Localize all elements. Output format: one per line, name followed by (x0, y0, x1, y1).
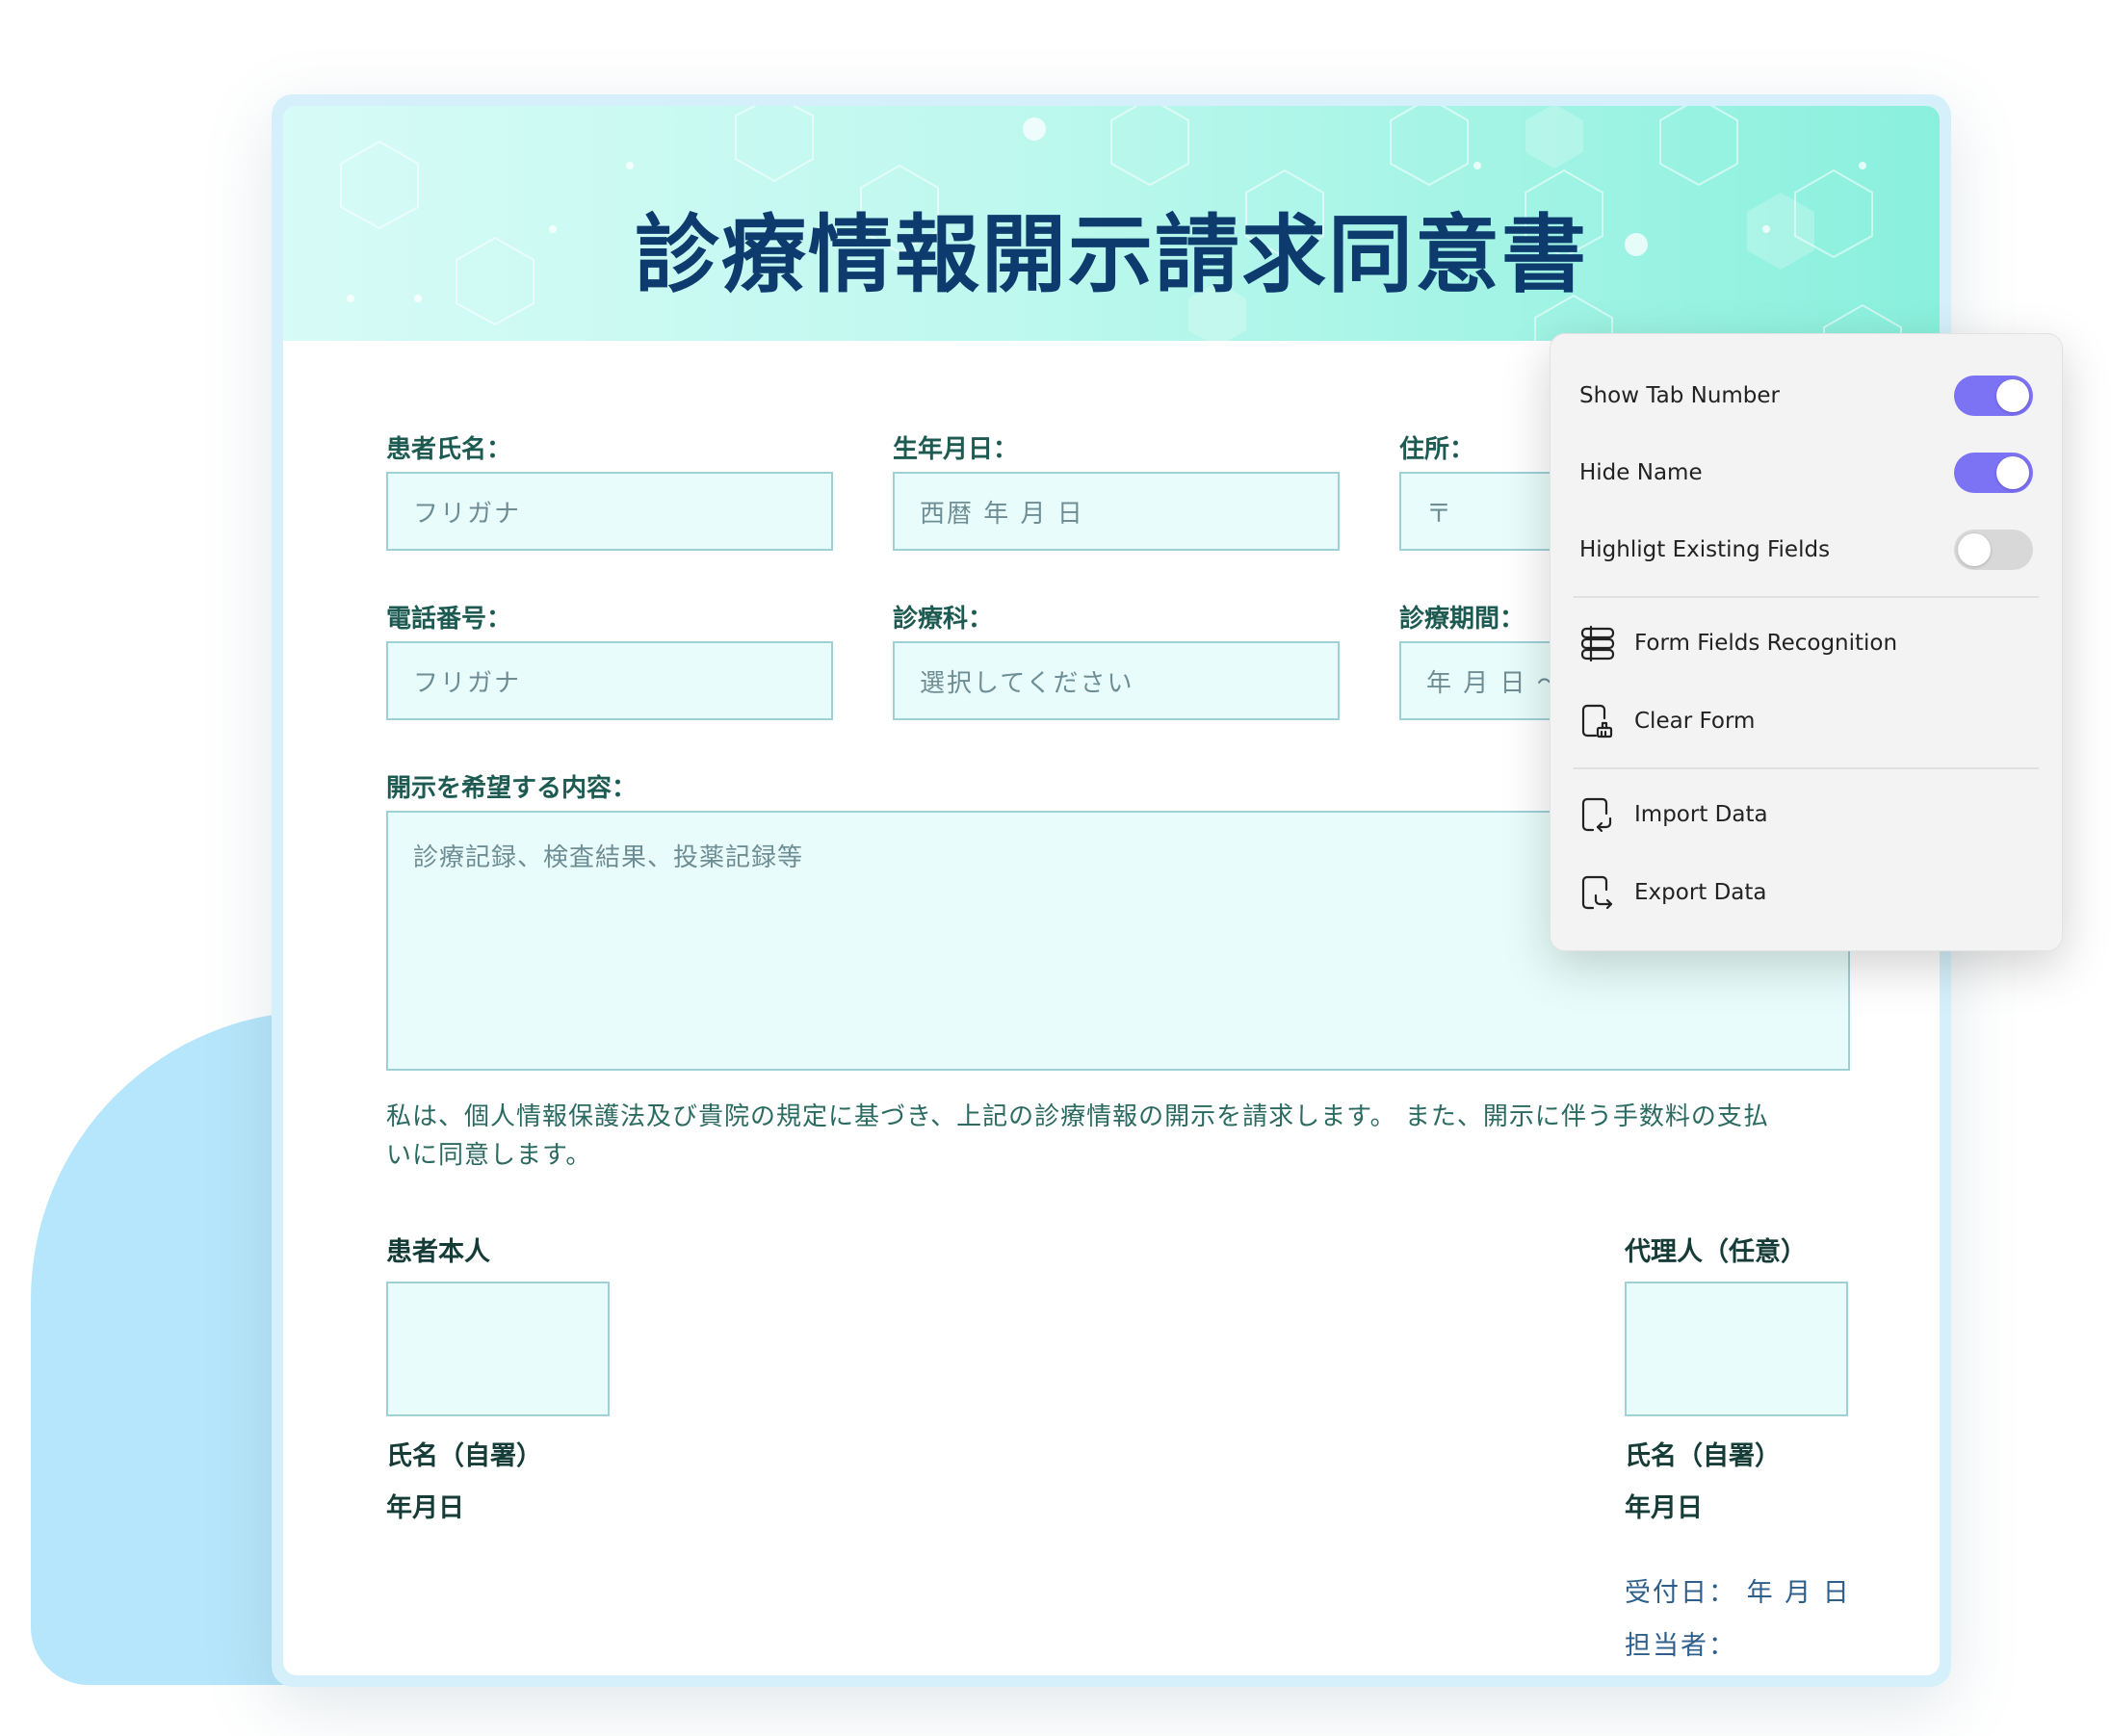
department-label: 診療科： (893, 605, 994, 634)
agent-name-signature-label: 氏名（自署） (1625, 1441, 1781, 1471)
toggle-knob (1996, 379, 2029, 412)
agent-signature-heading: 代理人（任意） (1625, 1237, 1807, 1267)
patient-name-label: 患者氏名： (386, 435, 512, 464)
phone-label: 電話番号： (386, 605, 512, 634)
address-label: 住所： (1399, 435, 1475, 464)
form-options-popup: Show Tab Number Hide Name Highligt Exist… (1550, 333, 2063, 951)
menu-item-label: Clear Form (1634, 709, 1756, 734)
consent-line-1: 私は、個人情報保護法及び貴院の規定に基づき、上記の診療情報の開示を請求します。 … (386, 1102, 1769, 1131)
menu-item-clear-form[interactable]: Clear Form (1551, 692, 2062, 750)
toggle-row-hide-name[interactable]: Hide Name (1551, 444, 2062, 502)
toggle-label: Hide Name (1579, 460, 1703, 485)
toggle-knob (1996, 456, 2029, 489)
treatment-period-label: 診療期間： (1399, 605, 1525, 634)
menu-divider (1574, 767, 2039, 769)
disclosure-content-label: 開示を希望する内容： (386, 774, 638, 803)
received-date-text: 受付日： 年 月 日 (1625, 1578, 1851, 1608)
patient-name-signature-label: 氏名（自署） (386, 1441, 542, 1471)
consent-line-2: いに同意します。 (386, 1141, 592, 1170)
phone-field[interactable]: フリガナ (386, 641, 833, 720)
patient-date-label: 年月日 (386, 1493, 464, 1523)
toggle-knob (1958, 533, 1991, 566)
clear-form-icon (1581, 704, 1613, 738)
department-select[interactable]: 選択してください (893, 641, 1340, 720)
agent-date-label: 年月日 (1625, 1493, 1703, 1523)
menu-item-import-data[interactable]: Import Data (1551, 786, 2062, 843)
show-tab-number-toggle[interactable] (1954, 376, 2033, 416)
patient-signature-box[interactable] (386, 1282, 610, 1416)
export-icon (1581, 875, 1613, 910)
menu-item-label: Import Data (1634, 802, 1768, 827)
toggle-row-highlight-fields[interactable]: Highligt Existing Fields (1551, 521, 2062, 579)
toggle-label: Highligt Existing Fields (1579, 537, 1831, 562)
toggle-label: Show Tab Number (1579, 383, 1781, 408)
menu-divider (1574, 596, 2039, 598)
form-fields-icon (1580, 625, 1615, 661)
staff-in-charge-text: 担当者： (1625, 1631, 1736, 1661)
menu-item-form-fields-recognition[interactable]: Form Fields Recognition (1551, 614, 2062, 672)
consent-statement: 私は、個人情報保護法及び貴院の規定に基づき、上記の診療情報の開示を請求します。 … (386, 1098, 1850, 1175)
birthdate-label: 生年月日： (893, 435, 1019, 464)
import-icon (1581, 797, 1612, 833)
agent-signature-box[interactable] (1625, 1282, 1848, 1416)
toggle-row-show-tab-number[interactable]: Show Tab Number (1551, 367, 2062, 425)
menu-item-label: Export Data (1634, 880, 1767, 905)
menu-item-export-data[interactable]: Export Data (1551, 864, 2062, 921)
hide-name-toggle[interactable] (1954, 453, 2033, 493)
birthdate-field[interactable]: 西暦 年 月 日 (893, 472, 1340, 551)
page-title: 診療情報開示請求同意書 (634, 205, 1588, 304)
document-header-banner: 診療情報開示請求同意書 (283, 106, 1940, 341)
patient-signature-heading: 患者本人 (386, 1237, 490, 1267)
patient-name-field[interactable]: フリガナ (386, 472, 833, 551)
highlight-fields-toggle[interactable] (1954, 530, 2033, 570)
menu-item-label: Form Fields Recognition (1634, 631, 1898, 656)
